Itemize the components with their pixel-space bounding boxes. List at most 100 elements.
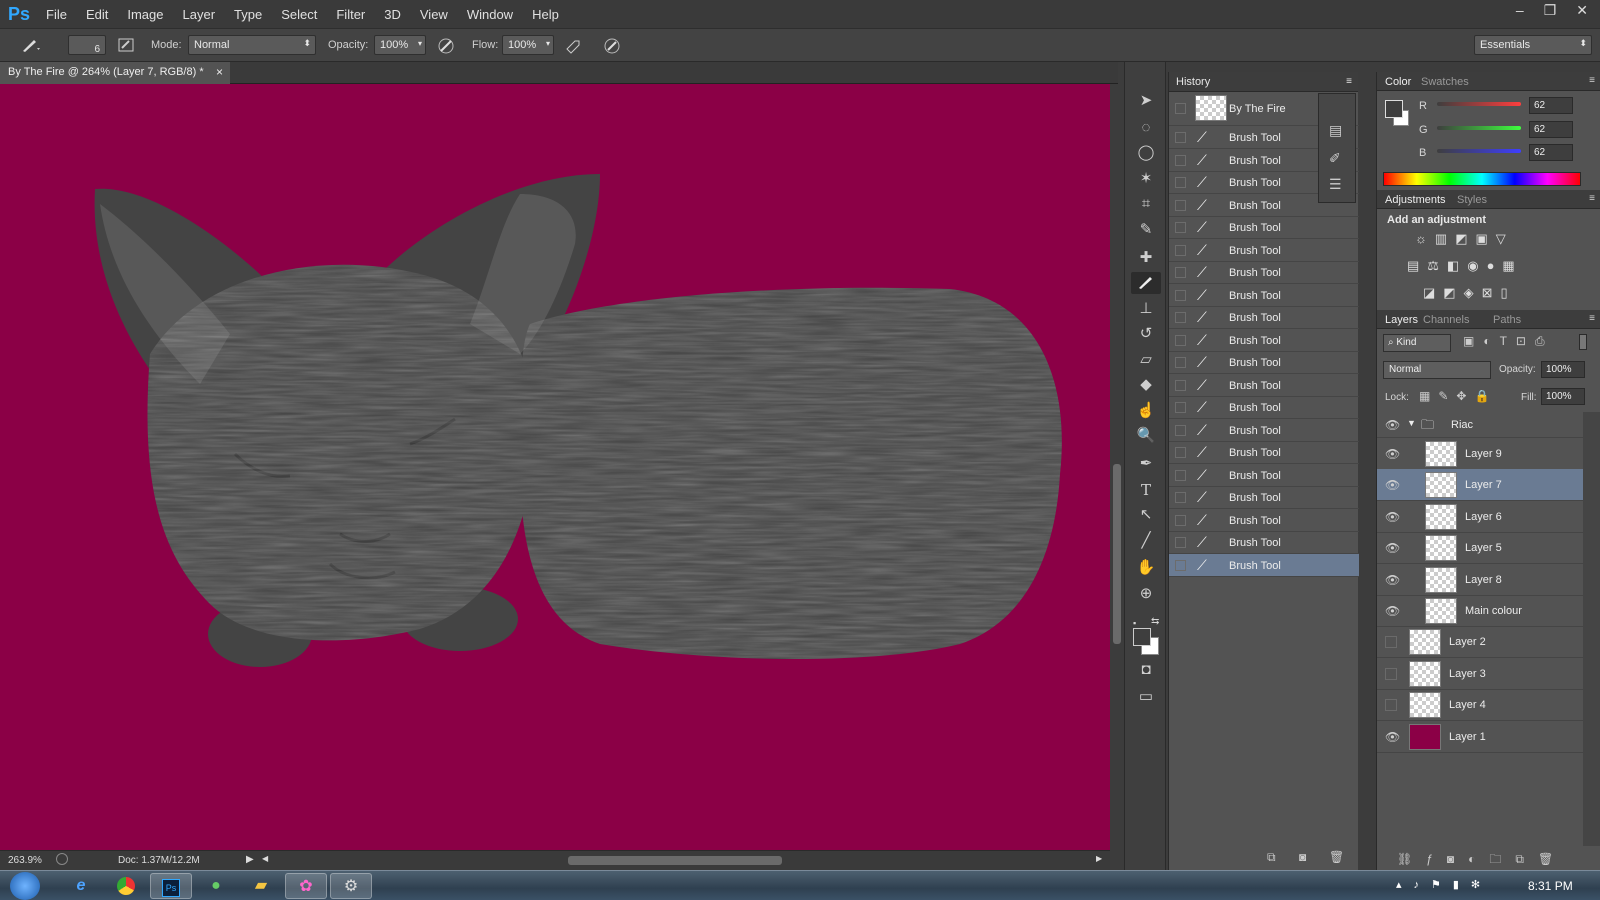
layers-scrollbar[interactable] [1583,412,1600,846]
messenger-icon[interactable]: ● [195,873,237,899]
history-item[interactable]: ⟋ Brush Tool [1169,284,1359,307]
history-item[interactable]: ⟋ Brush Tool [1169,374,1359,397]
scroll-right-icon[interactable]: ▶ [1096,854,1102,863]
zoom-level[interactable]: 263.9% [8,855,42,866]
type-tool-icon[interactable]: T [1131,479,1161,501]
close-tab-icon[interactable]: × [216,65,223,79]
marquee-tool-icon[interactable]: ◌ [1131,117,1161,139]
path-selection-icon[interactable]: ↖ [1131,504,1161,526]
channel-r-field[interactable]: 62 [1529,97,1573,114]
color-spectrum-bar[interactable] [1383,172,1581,186]
layer-filter-dropdown[interactable]: ⌕ Kind [1383,334,1451,352]
layer-row[interactable]: Layer 2 [1377,626,1583,659]
history-source-checkbox[interactable] [1175,402,1186,413]
history-item[interactable]: ⟋ Brush Tool [1169,239,1359,262]
channel-g-field[interactable]: 62 [1529,121,1573,138]
app-icon[interactable]: ⚙ [330,873,372,899]
paint-icon[interactable]: ✿ [285,873,327,899]
history-item[interactable]: ⟋ Brush Tool [1169,441,1359,464]
workspace-dropdown[interactable]: Essentials ⬍ [1474,35,1592,55]
screen-mode-icon[interactable]: ▭ [1131,686,1161,708]
menu-window[interactable]: Window [467,7,513,22]
history-source-checkbox[interactable] [1175,103,1186,114]
history-source-checkbox[interactable] [1175,514,1186,526]
adjustment-icons-row-2[interactable]: ▤⚖◧◉●▦ [1407,258,1523,274]
layer-name[interactable]: Main colour [1465,605,1522,617]
blend-mode-dropdown[interactable]: Normal [1383,361,1491,379]
tool-presets-icon[interactable]: ☰ [1329,176,1342,193]
layer-row[interactable]: 👁 Layer 7 [1377,469,1583,502]
eyedropper-icon[interactable]: ✎ [1131,219,1161,241]
layer-name[interactable]: Layer 3 [1449,668,1486,680]
layer-name[interactable]: Layer 2 [1449,636,1486,648]
visibility-eye-icon[interactable]: 👁 [1385,604,1400,618]
tab-paths[interactable]: Paths [1493,314,1521,326]
history-source-checkbox[interactable] [1175,469,1186,481]
layer-row[interactable]: 👁 Layer 6 [1377,501,1583,533]
channel-r-slider[interactable] [1437,102,1521,106]
adjustment-icons-row-1[interactable]: ☼▥◩▣▽ [1415,231,1514,247]
layer-name[interactable]: Layer 5 [1465,542,1502,554]
hand-tool-icon[interactable]: ✋ [1131,557,1161,579]
channel-b-slider[interactable] [1437,149,1521,153]
history-item[interactable]: ⟋ Brush Tool [1169,306,1359,329]
scroll-left-icon[interactable]: ◀ [262,854,268,863]
history-source-checkbox[interactable] [1175,492,1186,503]
history-source-checkbox[interactable] [1175,357,1186,368]
layer-row[interactable]: Layer 3 [1377,658,1583,690]
history-source-checkbox[interactable] [1175,537,1186,548]
visibility-eye-icon[interactable]: 👁 [1385,418,1400,432]
tab-color[interactable]: Color [1385,76,1411,88]
visibility-toggle[interactable] [1385,667,1397,680]
history-item[interactable]: ⟋ Brush Tool [1169,329,1359,352]
history-source-checkbox[interactable] [1175,559,1186,571]
brush-preset-icon[interactable] [20,37,40,55]
new-document-from-state-icon[interactable]: ⧉ [1267,850,1276,865]
layer-row[interactable]: Layer 4 [1377,689,1583,722]
move-tool-icon[interactable]: ➤ [1131,90,1161,112]
healing-brush-icon[interactable]: ✚ [1131,247,1161,269]
visibility-eye-icon[interactable]: 👁 [1385,541,1400,555]
panel-menu-icon[interactable]: ≡ [1589,75,1595,86]
visibility-eye-icon[interactable]: 👁 [1385,573,1400,587]
layer-row[interactable]: 👁 Main colour [1377,595,1583,627]
menu-select[interactable]: Select [281,7,317,22]
layer-name[interactable]: Layer 9 [1465,448,1502,460]
menu-file[interactable]: File [46,7,67,22]
start-button[interactable] [10,872,40,900]
layer-name[interactable]: Layer 1 [1449,731,1486,743]
layer-name[interactable]: Layer 6 [1465,511,1502,523]
brush-panel-icon[interactable] [116,37,136,55]
panel-menu-icon[interactable]: ≡ [1589,193,1595,204]
menu-view[interactable]: View [420,7,448,22]
swap-colors-icon[interactable]: ⇆ [1151,616,1159,627]
brush-panel-icon[interactable]: ✐ [1329,150,1341,167]
history-source-checkbox[interactable] [1175,244,1186,256]
smudge-tool-icon[interactable]: ☝ [1131,400,1161,422]
quick-mask-icon[interactable]: ◘ [1131,659,1161,681]
history-source-checkbox[interactable] [1175,132,1186,143]
history-source-checkbox[interactable] [1175,199,1186,211]
brush-size-picker[interactable]: 6 [68,35,106,55]
canvas[interactable] [0,84,1110,850]
menu-filter[interactable]: Filter [336,7,365,22]
history-item[interactable]: ⟋ Brush Tool [1169,531,1359,554]
tab-channels[interactable]: Channels [1423,314,1469,326]
layer-opacity-field[interactable]: 100% [1541,361,1585,378]
pressure-size-icon[interactable] [602,37,622,55]
chrome-icon[interactable] [105,873,147,899]
tab-layers[interactable]: Layers [1385,314,1418,326]
layer-name[interactable]: Layer 8 [1465,574,1502,586]
flow-field[interactable]: 100% ▾ [502,35,554,55]
vertical-scrollbar[interactable] [1110,84,1124,850]
tab-adjustments[interactable]: Adjustments [1385,194,1446,206]
clock[interactable]: 8:31 PM [1528,879,1573,893]
history-item[interactable]: ⟋ Brush Tool [1169,464,1359,487]
visibility-eye-icon[interactable]: 👁 [1385,447,1400,461]
menu-layer[interactable]: Layer [183,7,216,22]
visibility-eye-icon[interactable]: 👁 [1385,510,1400,524]
history-source-checkbox[interactable] [1175,289,1186,301]
history-source-checkbox[interactable] [1175,379,1186,391]
filter-toggle-switch[interactable] [1579,334,1587,350]
dodge-tool-icon[interactable]: 🔍 [1131,425,1161,447]
